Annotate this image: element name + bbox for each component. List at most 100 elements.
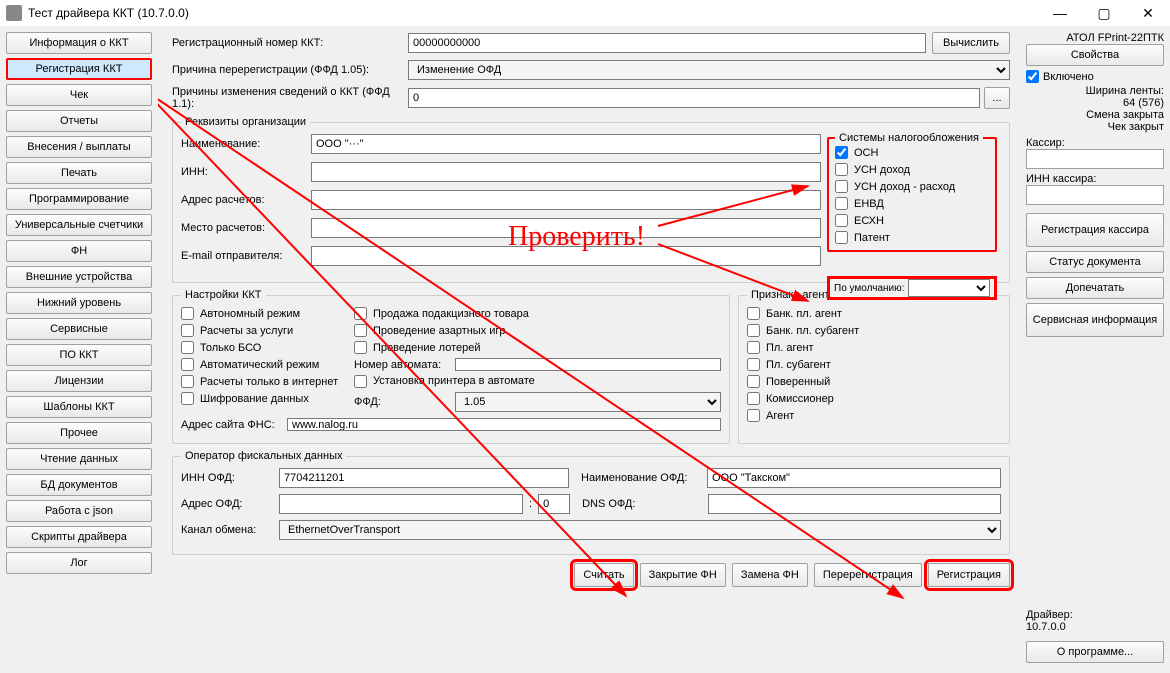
tax-osn-checkbox[interactable]: [835, 146, 848, 159]
chk-internet-only[interactable]: [181, 375, 194, 388]
org-inn-input[interactable]: [311, 162, 821, 182]
reg-number-input[interactable]: [408, 33, 926, 53]
nav-read-data[interactable]: Чтение данных: [6, 448, 152, 470]
lbl-excise: Продажа подакцизного товара: [373, 308, 529, 320]
tax-osn-label: ОСН: [854, 147, 878, 159]
tax-envd-checkbox[interactable]: [835, 197, 848, 210]
chk-excise[interactable]: [354, 307, 367, 320]
ofd-inn-input[interactable]: [279, 468, 569, 488]
agent-fieldset: Признаки агента Банк. пл. агент Банк. пл…: [738, 289, 1010, 444]
chk-lottery[interactable]: [354, 341, 367, 354]
nav-scripts[interactable]: Скрипты драйвера: [6, 526, 152, 548]
nav-po-kkt[interactable]: ПО ККТ: [6, 344, 152, 366]
reprint-button[interactable]: Допечатать: [1026, 277, 1164, 299]
reg-cashier-button[interactable]: Регистрация кассира: [1026, 213, 1164, 247]
tax-patent-checkbox[interactable]: [835, 231, 848, 244]
read-button[interactable]: Считать: [574, 563, 633, 587]
cashier-input[interactable]: [1026, 149, 1164, 169]
register-button[interactable]: Регистрация: [928, 563, 1010, 587]
nav-external[interactable]: Внешние устройства: [6, 266, 152, 288]
nav-licenses[interactable]: Лицензии: [6, 370, 152, 392]
tax-usn-incexp-label: УСН доход - расход: [854, 181, 955, 193]
nav-other[interactable]: Прочее: [6, 422, 152, 444]
nav-reports[interactable]: Отчеты: [6, 110, 152, 132]
cashier-inn-input[interactable]: [1026, 185, 1164, 205]
changes-reason-input[interactable]: [408, 88, 980, 108]
org-fieldset: Реквизиты организации Наименование: ИНН:…: [172, 116, 1010, 283]
chk-printer-auto[interactable]: [354, 375, 367, 388]
properties-button[interactable]: Свойства: [1026, 44, 1164, 66]
auto-num-input[interactable]: [455, 358, 721, 371]
chk-gambling[interactable]: [354, 324, 367, 337]
close-fn-button[interactable]: Закрытие ФН: [640, 563, 726, 587]
service-info-button[interactable]: Сервисная информация: [1026, 303, 1164, 337]
org-legend: Реквизиты организации: [181, 116, 310, 128]
chk-autonomous[interactable]: [181, 307, 194, 320]
lbl-commissioner: Комиссионер: [766, 393, 834, 405]
nav-info-kkt[interactable]: Информация о ККТ: [6, 32, 152, 54]
lbl-lottery: Проведение лотерей: [373, 342, 481, 354]
check-closed: Чек закрыт: [1026, 121, 1164, 133]
tax-usn-incexp-checkbox[interactable]: [835, 180, 848, 193]
chk-bso[interactable]: [181, 341, 194, 354]
lbl-automatic: Автоматический режим: [200, 359, 319, 371]
doc-status-button[interactable]: Статус документа: [1026, 251, 1164, 273]
ffd-combo[interactable]: 1.05: [455, 392, 721, 412]
nav-registration-kkt[interactable]: Регистрация ККТ: [6, 58, 152, 80]
nav-json[interactable]: Работа с json: [6, 500, 152, 522]
rereg-reason-combo[interactable]: Изменение ОФД: [408, 60, 1010, 80]
changes-reason-label: Причины изменения сведений о ККТ (ФФД 1.…: [172, 86, 408, 110]
chk-pay-agent[interactable]: [747, 341, 760, 354]
replace-fn-button[interactable]: Замена ФН: [732, 563, 808, 587]
chk-bank-subagent[interactable]: [747, 324, 760, 337]
nav-counters[interactable]: Универсальные счетчики: [6, 214, 152, 236]
cashier-label: Кассир:: [1026, 137, 1164, 149]
rereg-button[interactable]: Перерегистрация: [814, 563, 922, 587]
nav-fn[interactable]: ФН: [6, 240, 152, 262]
chk-pay-subagent[interactable]: [747, 358, 760, 371]
tax-eshn-checkbox[interactable]: [835, 214, 848, 227]
nav-programming[interactable]: Программирование: [6, 188, 152, 210]
tax-default-combo[interactable]: [908, 279, 990, 297]
org-addr-input[interactable]: [311, 190, 821, 210]
minimize-button[interactable]: —: [1038, 0, 1082, 26]
fns-addr-input[interactable]: [287, 418, 721, 431]
chk-encryption[interactable]: [181, 392, 194, 405]
ofd-dns-input[interactable]: [708, 494, 1001, 514]
org-name-input[interactable]: [311, 134, 821, 154]
close-button[interactable]: ✕: [1126, 0, 1170, 26]
tax-eshn-label: ЕСХН: [854, 215, 884, 227]
chk-agent[interactable]: [747, 409, 760, 422]
chk-attorney[interactable]: [747, 375, 760, 388]
calc-button[interactable]: Вычислить: [932, 32, 1010, 54]
nav-templates[interactable]: Шаблоны ККТ: [6, 396, 152, 418]
ofd-addr-input[interactable]: [279, 494, 523, 514]
nav-payments[interactable]: Внесения / выплаты: [6, 136, 152, 158]
chk-commissioner[interactable]: [747, 392, 760, 405]
org-place-input[interactable]: [311, 218, 821, 238]
ofd-channel-combo[interactable]: EthernetOverTransport: [279, 520, 1001, 540]
ofd-port-input[interactable]: [538, 494, 570, 514]
nav-check[interactable]: Чек: [6, 84, 152, 106]
reg-number-label: Регистрационный номер ККТ:: [172, 37, 408, 49]
nav-log[interactable]: Лог: [6, 552, 152, 574]
org-email-label: E-mail отправителя:: [181, 250, 311, 262]
auto-num-label: Номер автомата:: [354, 359, 449, 371]
tax-legend: Системы налогообложения: [835, 132, 983, 144]
org-email-input[interactable]: [311, 246, 821, 266]
nav-print[interactable]: Печать: [6, 162, 152, 184]
nav-db-docs[interactable]: БД документов: [6, 474, 152, 496]
nav-low-level[interactable]: Нижний уровень: [6, 292, 152, 314]
chk-services[interactable]: [181, 324, 194, 337]
center-panel: Регистрационный номер ККТ: Вычислить При…: [158, 26, 1020, 673]
ofd-name-input[interactable]: [707, 468, 1001, 488]
changes-more-button[interactable]: ...: [984, 87, 1010, 109]
about-button[interactable]: О программе...: [1026, 641, 1164, 663]
chk-automatic[interactable]: [181, 358, 194, 371]
enabled-checkbox[interactable]: [1026, 70, 1039, 83]
org-addr-label: Адрес расчетов:: [181, 194, 311, 206]
tax-usn-income-checkbox[interactable]: [835, 163, 848, 176]
maximize-button[interactable]: ▢: [1082, 0, 1126, 26]
nav-service[interactable]: Сервисные: [6, 318, 152, 340]
chk-bank-agent[interactable]: [747, 307, 760, 320]
